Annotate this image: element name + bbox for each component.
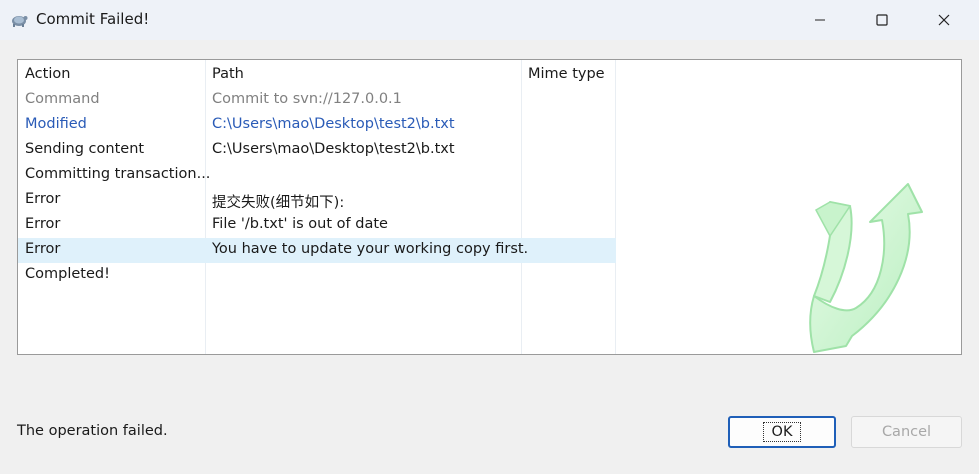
- tortoisesvn-icon: [12, 16, 28, 27]
- list-row-selected[interactable]: Error You have to update your working co…: [18, 238, 616, 263]
- row-path: Commit to svn://127.0.0.1: [212, 91, 402, 107]
- row-action: Completed!: [25, 266, 110, 282]
- minimize-button[interactable]: [791, 0, 849, 40]
- status-message: The operation failed.: [17, 423, 168, 439]
- row-action: Command: [25, 91, 100, 107]
- row-path: C:\Users\mao\Desktop\test2\b.txt: [212, 141, 455, 157]
- maximize-button[interactable]: [853, 0, 911, 40]
- ok-button[interactable]: OK: [728, 416, 836, 448]
- row-path: File '/b.txt' is out of date: [212, 216, 388, 232]
- row-action: Error: [25, 216, 61, 232]
- cancel-button[interactable]: Cancel: [851, 416, 962, 448]
- row-path: You have to update your working copy fir…: [212, 241, 529, 257]
- list-row[interactable]: Command Commit to svn://127.0.0.1: [18, 88, 616, 113]
- row-path: 提交失败(细节如下):: [212, 195, 345, 211]
- list-row[interactable]: Completed!: [18, 263, 616, 288]
- list-header: Action Path Mime type: [18, 60, 961, 88]
- row-action: Committing transaction...: [25, 166, 211, 182]
- list-row[interactable]: Committing transaction...: [18, 163, 616, 188]
- window-title: Commit Failed!: [36, 10, 150, 28]
- maximize-icon: [876, 14, 888, 26]
- cancel-button-label: Cancel: [881, 424, 932, 440]
- minimize-icon: [815, 19, 825, 21]
- commit-failed-dialog: Commit Failed! Action Path Mime type Com…: [0, 0, 979, 474]
- list-row[interactable]: Sending content C:\Users\mao\Desktop\tes…: [18, 138, 616, 163]
- ok-button-label: OK: [762, 422, 802, 442]
- row-action: Sending content: [25, 141, 145, 157]
- column-header-path[interactable]: Path: [212, 66, 244, 82]
- column-header-mime-type[interactable]: Mime type: [528, 66, 605, 82]
- row-action: Error: [25, 241, 61, 257]
- list-row[interactable]: Error File '/b.txt' is out of date: [18, 213, 616, 238]
- row-path: C:\Users\mao\Desktop\test2\b.txt: [212, 116, 455, 132]
- close-icon: [938, 14, 950, 26]
- row-action: Modified: [25, 116, 87, 132]
- list-row[interactable]: Modified C:\Users\mao\Desktop\test2\b.tx…: [18, 113, 616, 138]
- commit-arrow-icon: [809, 183, 923, 353]
- row-action: Error: [25, 191, 61, 207]
- column-header-action[interactable]: Action: [25, 66, 70, 82]
- close-button[interactable]: [915, 0, 973, 40]
- list-row[interactable]: Error 提交失败(细节如下):: [18, 188, 616, 213]
- title-bar[interactable]: Commit Failed!: [0, 0, 979, 40]
